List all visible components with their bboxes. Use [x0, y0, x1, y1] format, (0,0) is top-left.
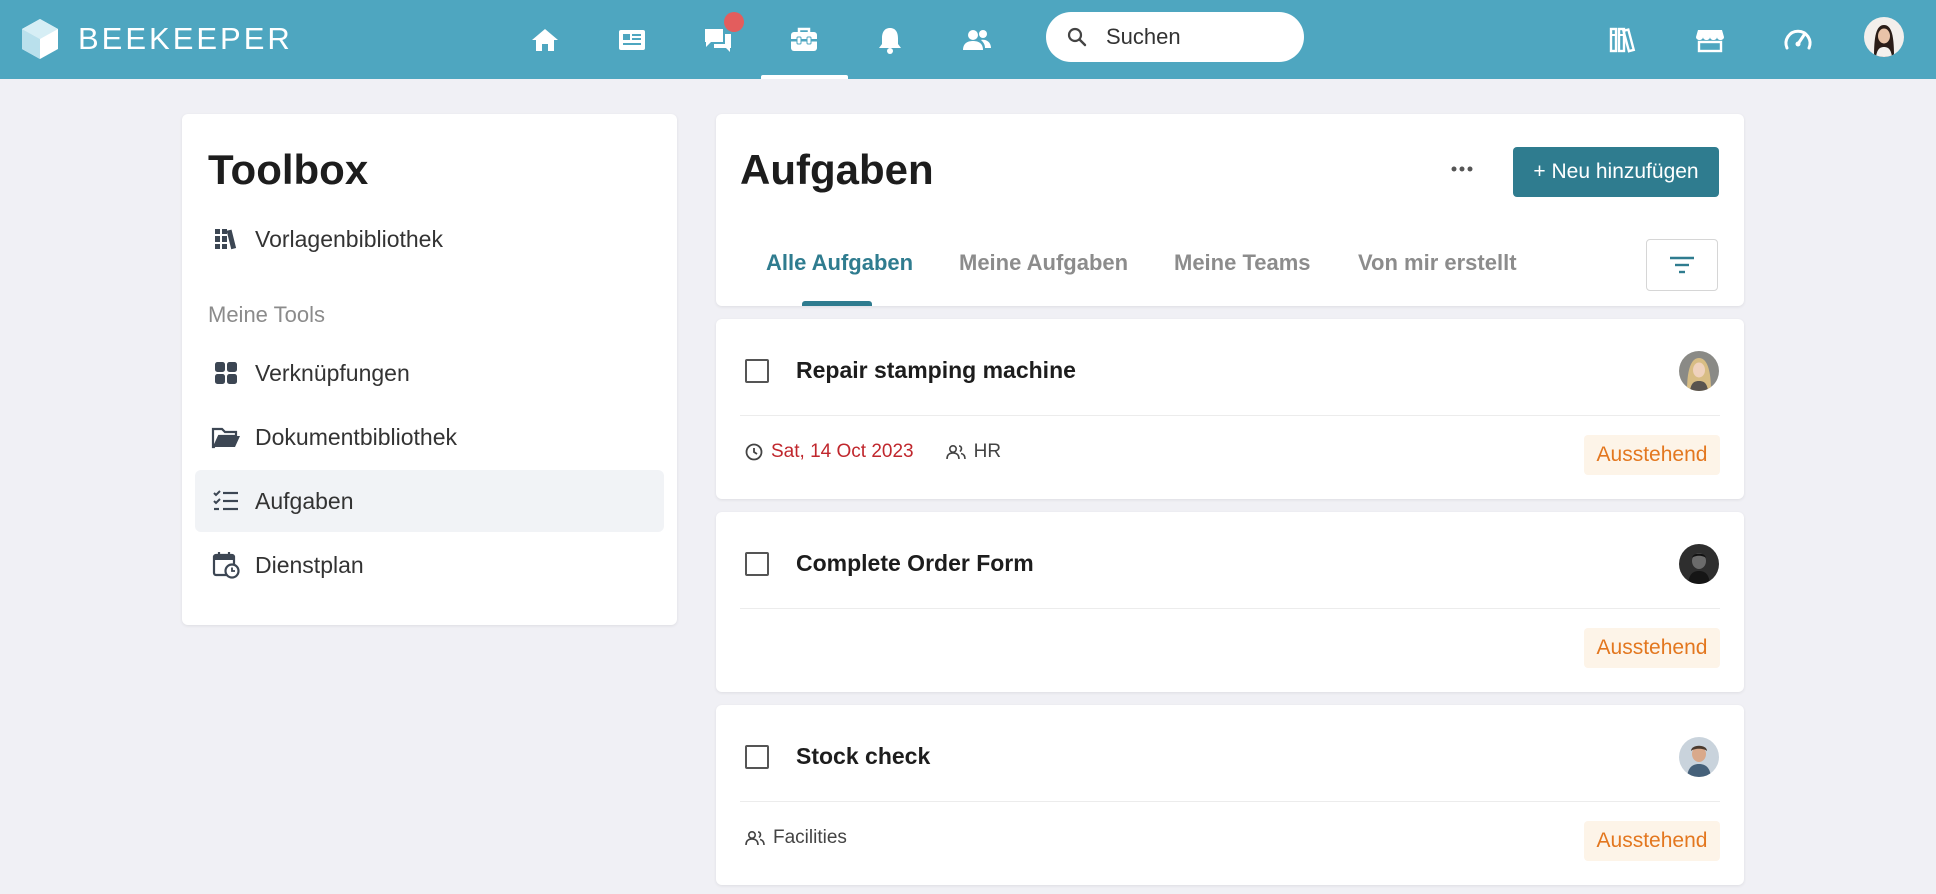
search-bar[interactable]	[1046, 12, 1304, 62]
checklist-icon	[213, 490, 238, 511]
sidebar-item-label: Dienstplan	[255, 551, 364, 578]
task-title[interactable]: Stock check	[796, 743, 930, 770]
task-meta: Sat, 14 Oct 2023 HR	[745, 441, 1001, 463]
filter-button[interactable]	[1646, 239, 1718, 291]
sidebar-item-dienstplan[interactable]: Dienstplan	[195, 534, 664, 596]
task-card[interactable]: Stock check Facilities Ausstehend	[716, 705, 1744, 885]
more-dots-icon	[1451, 166, 1473, 172]
task-divider	[740, 415, 1720, 416]
home-icon	[532, 29, 558, 51]
task-card[interactable]: Complete Order Form Ausstehend	[716, 512, 1744, 692]
assignee-avatar	[1679, 737, 1719, 777]
toolbox-sidebar: Toolbox Vorlagenbibliothek Meine Tools V…	[182, 114, 677, 625]
top-navigation-bar: BEEKEEPER	[0, 0, 1936, 79]
task-checkbox[interactable]	[745, 359, 769, 383]
status-badge: Ausstehend	[1584, 435, 1720, 475]
assignee-avatar	[1679, 544, 1719, 584]
task-divider	[740, 801, 1720, 802]
beekeeper-logo-icon	[22, 19, 58, 59]
task-team: HR	[973, 441, 1002, 462]
toolbox-icon	[791, 27, 817, 51]
bell-icon	[879, 28, 901, 54]
sidebar-item-label: Vorlagenbibliothek	[255, 225, 443, 252]
people-icon	[963, 30, 991, 50]
nav-notifications[interactable]	[868, 18, 912, 62]
tab-von-mir-erstellt[interactable]: Von mir erstellt	[1358, 250, 1517, 276]
nav-people[interactable]	[955, 18, 999, 62]
sidebar-title: Toolbox	[208, 146, 369, 193]
task-due-date: Sat, 14 Oct 2023	[771, 441, 914, 462]
sidebar-item-label: Verknüpfungen	[255, 359, 410, 386]
nav-home[interactable]	[523, 18, 567, 62]
grid-icon	[215, 362, 237, 384]
status-badge: Ausstehend	[1584, 628, 1720, 668]
library-icon	[1609, 27, 1636, 53]
nav-library[interactable]	[1602, 18, 1646, 62]
folder-icon	[211, 427, 240, 449]
nav-news[interactable]	[610, 18, 654, 62]
more-options-button[interactable]	[1442, 156, 1482, 182]
unread-badge	[724, 12, 744, 32]
assignee-avatar-image	[1679, 351, 1719, 391]
team-icon	[745, 830, 765, 846]
sidebar-item-label: Dokumentbibliothek	[255, 423, 458, 450]
search-icon	[1067, 27, 1087, 47]
sidebar-item-verknuepfungen[interactable]: Verknüpfungen	[195, 342, 664, 404]
calendar-clock-icon	[212, 552, 240, 579]
sidebar-section-label: Meine Tools	[208, 302, 325, 327]
task-card[interactable]: Repair stamping machine Sat, 14 Oct 2023…	[716, 319, 1744, 499]
task-team: Facilities	[773, 827, 847, 848]
nav-toolbox[interactable]	[782, 18, 826, 62]
clock-icon	[745, 443, 763, 461]
nav-active-indicator	[761, 75, 848, 79]
sidebar-item-vorlagenbibliothek[interactable]: Vorlagenbibliothek	[195, 208, 664, 270]
search-input[interactable]	[1104, 23, 1294, 51]
sidebar-item-dokumentbibliothek[interactable]: Dokumentbibliothek	[195, 406, 664, 468]
sidebar-item-label: Aufgaben	[255, 487, 354, 514]
task-checkbox[interactable]	[745, 552, 769, 576]
user-avatar-image	[1864, 17, 1904, 57]
nav-store[interactable]	[1688, 18, 1732, 62]
status-badge: Ausstehend	[1584, 821, 1720, 861]
task-title[interactable]: Repair stamping machine	[796, 357, 1076, 384]
dashboard-icon	[1784, 29, 1812, 50]
assignee-avatar-image	[1679, 544, 1719, 584]
tab-alle-aufgaben[interactable]: Alle Aufgaben	[766, 250, 913, 276]
nav-dashboard[interactable]	[1776, 18, 1820, 62]
brand-name: BEEKEEPER	[78, 21, 293, 56]
task-divider	[740, 608, 1720, 609]
assignee-avatar-image	[1679, 737, 1719, 777]
active-tab-indicator	[802, 301, 872, 306]
assignee-avatar	[1679, 351, 1719, 391]
tasks-header-card: Aufgaben + Neu hinzufügen Alle Aufgaben …	[716, 114, 1744, 306]
brand[interactable]: BEEKEEPER	[20, 15, 293, 63]
tab-meine-aufgaben[interactable]: Meine Aufgaben	[959, 250, 1128, 276]
task-meta: Facilities	[745, 827, 847, 849]
store-icon	[1696, 30, 1724, 53]
task-title[interactable]: Complete Order Form	[796, 550, 1034, 577]
books-icon	[215, 229, 237, 250]
user-avatar[interactable]	[1864, 17, 1904, 57]
page-title: Aufgaben	[740, 146, 934, 193]
add-new-task-button[interactable]: + Neu hinzufügen	[1513, 147, 1719, 197]
filter-icon	[1670, 256, 1694, 274]
task-checkbox[interactable]	[745, 745, 769, 769]
sidebar-item-aufgaben[interactable]: Aufgaben	[195, 470, 664, 532]
team-icon	[945, 444, 966, 460]
news-icon	[619, 30, 645, 50]
tab-meine-teams[interactable]: Meine Teams	[1174, 250, 1311, 276]
